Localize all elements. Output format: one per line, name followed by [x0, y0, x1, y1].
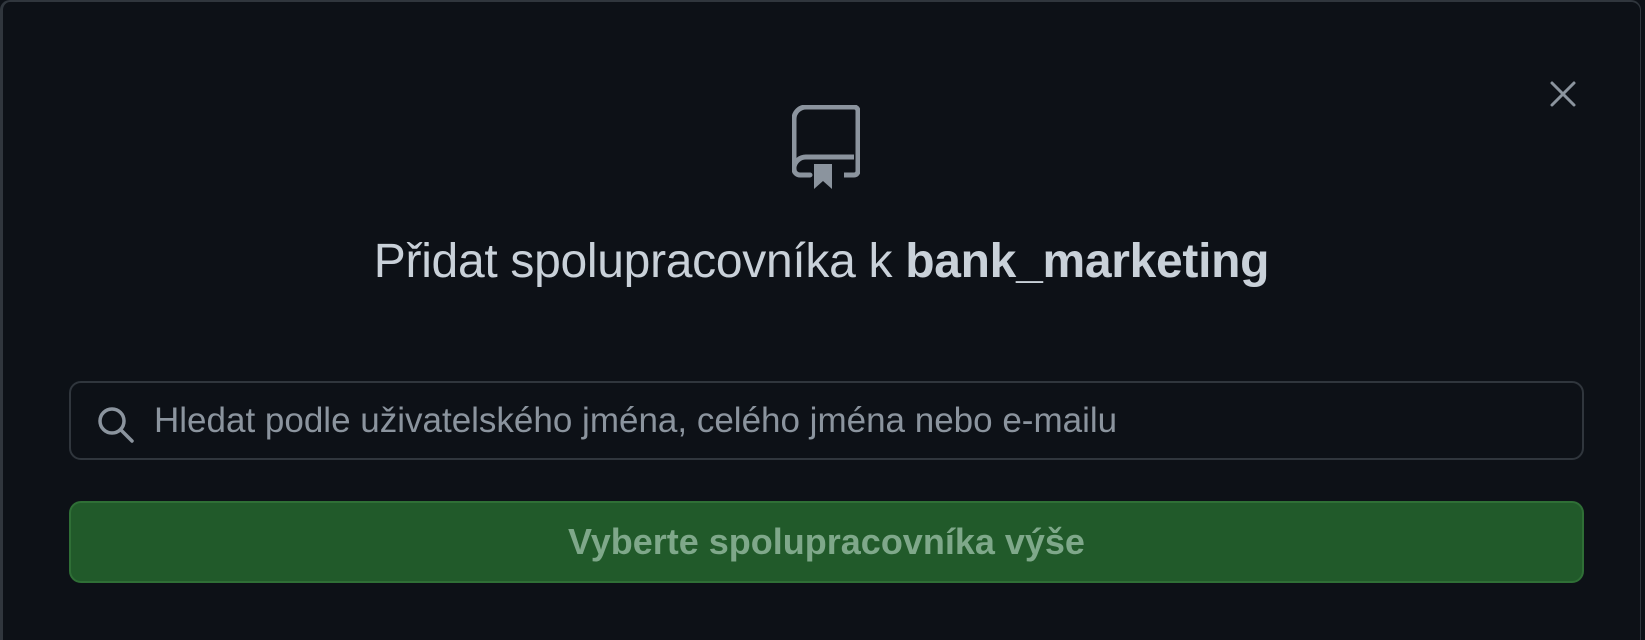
add-collaborator-dialog: Přidat spolupracovníka k bank_marketing …	[0, 0, 1641, 640]
close-button[interactable]	[1543, 74, 1583, 114]
close-icon	[1550, 81, 1576, 107]
search-field	[69, 381, 1584, 460]
dialog-title: Přidat spolupracovníka k bank_marketing	[3, 232, 1640, 292]
search-input[interactable]	[154, 383, 1562, 458]
title-prefix: Přidat spolupracovníka k	[373, 235, 906, 288]
select-collaborator-button[interactable]: Vyberte spolupracovníka výše	[69, 501, 1584, 583]
repo-book-icon	[792, 105, 860, 189]
repo-name: bank_marketing	[905, 235, 1270, 288]
search-icon	[98, 407, 134, 443]
